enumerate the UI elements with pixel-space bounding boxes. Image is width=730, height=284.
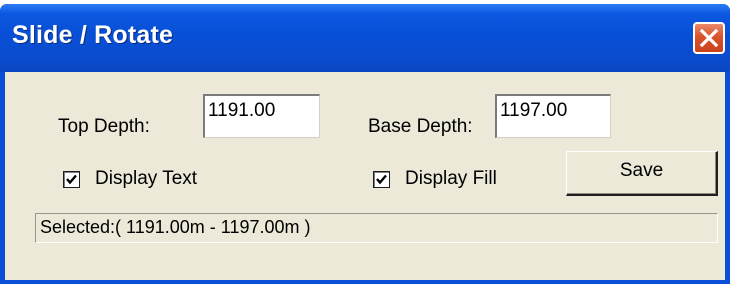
close-icon — [699, 28, 719, 48]
display-text-checkbox[interactable] — [63, 171, 80, 188]
selection-status-bar: Selected:( 1191.00m - 1197.00m ) — [35, 213, 718, 243]
base-depth-input[interactable]: 1197.00 — [495, 94, 611, 138]
close-button[interactable] — [693, 22, 725, 54]
display-text-label[interactable]: Display Text — [95, 168, 197, 190]
display-fill-checkbox[interactable] — [373, 171, 390, 188]
display-fill-label[interactable]: Display Fill — [405, 168, 497, 190]
top-depth-label: Top Depth: — [58, 116, 150, 137]
save-button[interactable]: Save — [566, 151, 718, 196]
dialog-title: Slide / Rotate — [12, 21, 174, 49]
checkmark-icon — [376, 174, 387, 185]
dialog-window: Slide / Rotate Top Depth: 1191.00 Base D… — [0, 4, 730, 284]
checkmark-icon — [66, 174, 77, 185]
base-depth-label: Base Depth: — [368, 116, 473, 137]
top-depth-input[interactable]: 1191.00 — [203, 94, 320, 138]
title-bar[interactable]: Slide / Rotate — [0, 4, 730, 72]
dialog-body: Top Depth: 1191.00 Base Depth: 1197.00 D… — [5, 72, 725, 280]
